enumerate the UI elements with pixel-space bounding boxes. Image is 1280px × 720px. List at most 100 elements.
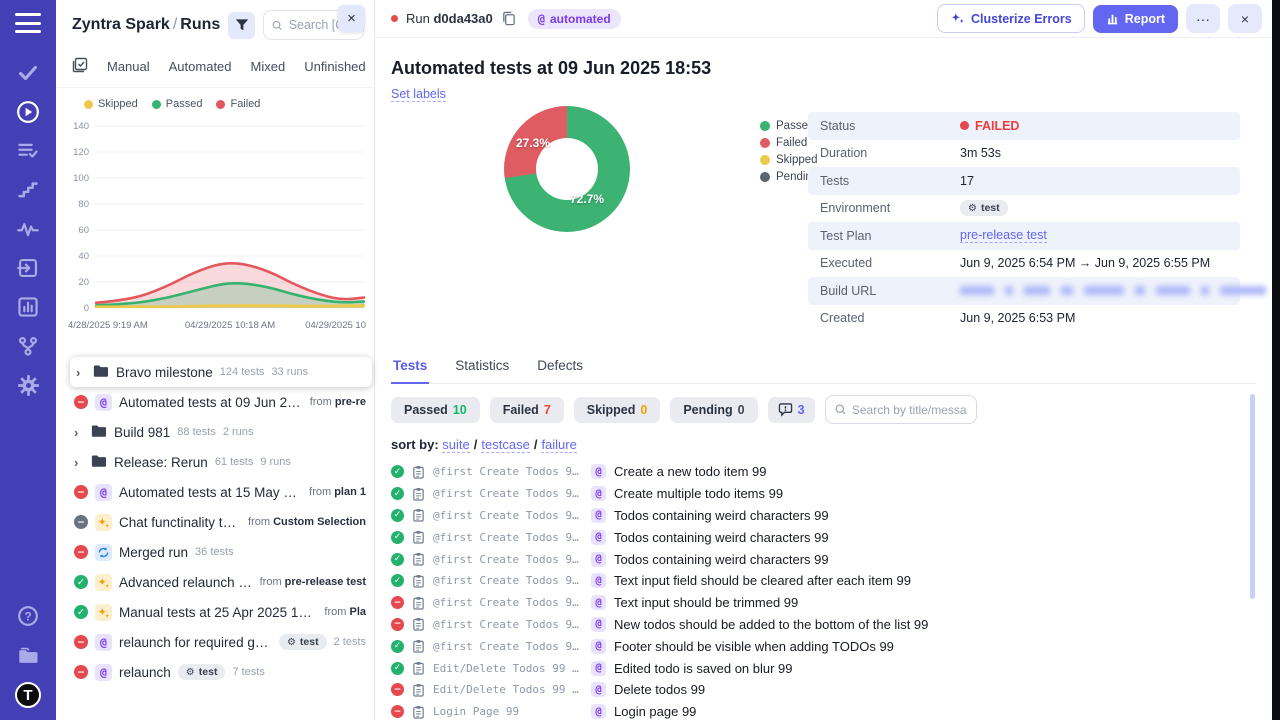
run-row[interactable]: −Chat functinality test Copyfrom Custom … bbox=[56, 507, 374, 537]
projects-folder-icon[interactable] bbox=[16, 643, 40, 667]
report-chart-icon bbox=[1106, 12, 1119, 25]
filter-pending-button[interactable]: Pending0 bbox=[670, 397, 757, 423]
run-row[interactable]: −@relaunch for required group⚙test2 test… bbox=[56, 627, 374, 657]
tab-unfinished[interactable]: Unfinished bbox=[304, 59, 365, 74]
folder-runs-count: 33 runs bbox=[271, 366, 308, 378]
steps-icon[interactable] bbox=[16, 178, 40, 202]
filter-button[interactable] bbox=[228, 12, 255, 39]
run-row[interactable]: ✓Advanced relaunch test Copyfrom pre-rel… bbox=[56, 567, 374, 597]
test-row[interactable]: ✓ @first Create Todos 99… @ Footer shoul… bbox=[391, 635, 1256, 657]
test-row[interactable]: − Edit/Delete Todos 99 @… @ Delete todos… bbox=[391, 679, 1256, 701]
run-status-icon: − bbox=[74, 665, 88, 679]
automated-icon: @ bbox=[95, 394, 112, 411]
run-row[interactable]: ✓Manual tests at 25 Apr 2025 10:06 Copyf… bbox=[56, 597, 374, 627]
clipboard-icon bbox=[412, 683, 425, 697]
tab-manual[interactable]: Manual bbox=[107, 59, 150, 74]
automated-icon: @ bbox=[591, 682, 606, 697]
test-list-scrollbar[interactable] bbox=[1250, 394, 1255, 599]
run-name: Automated tests at 15 May 2025 12:32 bbox=[119, 485, 302, 500]
run-title: Automated tests at 09 Jun 2025 18:53 bbox=[391, 58, 1256, 79]
bar-chart-icon[interactable] bbox=[16, 295, 40, 319]
automated-icon: @ bbox=[591, 661, 606, 676]
sort-by-testcase-link[interactable]: testcase bbox=[481, 437, 529, 453]
test-row[interactable]: ✓ @first Create Todos 99… @ Todos contai… bbox=[391, 526, 1256, 548]
test-title: Text input field should be cleared after… bbox=[614, 573, 911, 588]
runs-folder-row[interactable]: ›Build 98188 tests2 runs bbox=[56, 417, 374, 447]
run-name: Chat functinality test Copy bbox=[119, 515, 241, 530]
run-row[interactable]: −Merged run36 tests bbox=[56, 537, 374, 567]
chevron-right-icon[interactable]: › bbox=[76, 365, 86, 380]
test-row[interactable]: ✓ @first Create Todos 99… @ Text input f… bbox=[391, 570, 1256, 592]
comments-filter-button[interactable]: 3 bbox=[768, 397, 815, 423]
environment-tag: ⚙test bbox=[178, 664, 226, 680]
test-row[interactable]: ✓ @first Create Todos 99… @ Todos contai… bbox=[391, 505, 1256, 527]
tab-tests[interactable]: Tests bbox=[391, 354, 429, 384]
chevron-right-icon[interactable]: › bbox=[74, 425, 84, 440]
tab-mixed[interactable]: Mixed bbox=[251, 59, 286, 74]
test-row[interactable]: − Login Page 99 @ Login page 99 bbox=[391, 701, 1256, 720]
gear-icon: ⚙ bbox=[186, 667, 195, 678]
test-status-icon: − bbox=[391, 705, 404, 718]
blurred-url-segment bbox=[1135, 286, 1145, 295]
blurred-url-segment bbox=[1061, 286, 1073, 295]
tab-automated[interactable]: Automated bbox=[169, 59, 232, 74]
runs-folder-row[interactable]: ›Bravo milestone124 tests33 runs bbox=[70, 357, 372, 387]
close-run-button[interactable]: × bbox=[1228, 4, 1262, 33]
activity-pulse-icon[interactable] bbox=[16, 217, 40, 241]
import-box-arrow-icon[interactable] bbox=[16, 256, 40, 280]
test-status-icon: ✓ bbox=[391, 509, 404, 522]
test-row[interactable]: ✓ @first Create Todos 99… @ Create multi… bbox=[391, 483, 1256, 505]
hamburger-menu-icon[interactable] bbox=[15, 13, 41, 33]
panel-close-button[interactable]: × bbox=[338, 5, 365, 32]
git-branch-icon[interactable] bbox=[16, 334, 40, 358]
folder-name: Release: Rerun bbox=[114, 455, 208, 470]
detail-value: 3m 53s bbox=[960, 146, 1001, 160]
help-icon[interactable]: ? bbox=[16, 604, 40, 628]
tests-search-input[interactable] bbox=[852, 403, 967, 417]
more-options-button[interactable]: ··· bbox=[1186, 4, 1220, 33]
tests-search bbox=[825, 395, 977, 424]
test-plan-link[interactable]: pre-release test bbox=[960, 228, 1047, 243]
folder-name: Bravo milestone bbox=[116, 365, 213, 380]
filter-passed-button[interactable]: Passed10 bbox=[391, 397, 480, 423]
test-row[interactable]: − @first Create Todos 99… @ Text input s… bbox=[391, 592, 1256, 614]
run-row[interactable]: −@Automated tests at 09 Jun 2025 18:53fr… bbox=[56, 387, 374, 417]
test-title: Login page 99 bbox=[614, 704, 696, 719]
sort-by-failure-link[interactable]: failure bbox=[541, 437, 576, 453]
clusterize-errors-button[interactable]: Clusterize Errors bbox=[937, 4, 1085, 33]
clipboard-icon bbox=[412, 487, 425, 501]
folder-icon-wrap bbox=[91, 424, 107, 441]
runs-folder-row[interactable]: ›Release: Rerun61 tests9 runs bbox=[56, 447, 374, 477]
copy-icon[interactable] bbox=[501, 11, 516, 26]
set-labels-link[interactable]: Set labels bbox=[391, 87, 446, 102]
run-row[interactable]: −@Automated tests at 15 May 2025 12:32fr… bbox=[56, 477, 374, 507]
app-logo[interactable]: T bbox=[15, 682, 41, 708]
test-title: Todos containing weird characters 99 bbox=[614, 530, 829, 545]
legend-dot bbox=[760, 138, 770, 148]
report-button[interactable]: Report bbox=[1093, 5, 1178, 33]
runs-play-circle-icon[interactable] bbox=[16, 100, 40, 124]
settings-gear-icon[interactable] bbox=[16, 373, 40, 397]
automated-icon: @ bbox=[591, 486, 606, 501]
select-runs-icon[interactable] bbox=[72, 57, 88, 76]
run-name: relaunch bbox=[119, 665, 171, 680]
list-check-icon[interactable] bbox=[16, 139, 40, 163]
project-name[interactable]: Zyntra Spark bbox=[72, 16, 170, 33]
test-status-icon: ✓ bbox=[391, 640, 404, 653]
test-row[interactable]: ✓ @first Create Todos 99… @ Create a new… bbox=[391, 461, 1256, 483]
detail-label: Duration bbox=[820, 146, 960, 160]
test-row[interactable]: ✓ Edit/Delete Todos 99 @… @ Edited todo … bbox=[391, 657, 1256, 679]
sort-by-suite-link[interactable]: suite bbox=[442, 437, 469, 453]
test-title: Text input should be trimmed 99 bbox=[614, 595, 798, 610]
run-row[interactable]: −@relaunch⚙test7 tests bbox=[56, 657, 374, 687]
app-sidebar: ? T bbox=[0, 0, 56, 720]
checkmark-icon[interactable] bbox=[16, 61, 40, 85]
search-icon bbox=[272, 19, 282, 32]
tab-statistics[interactable]: Statistics bbox=[453, 354, 511, 383]
test-row[interactable]: ✓ @first Create Todos 99… @ Todos contai… bbox=[391, 548, 1256, 570]
filter-failed-button[interactable]: Failed7 bbox=[490, 397, 564, 423]
test-row[interactable]: − @first Create Todos 99… @ New todos sh… bbox=[391, 614, 1256, 636]
tab-defects[interactable]: Defects bbox=[535, 354, 585, 383]
filter-skipped-button[interactable]: Skipped0 bbox=[574, 397, 661, 423]
chevron-right-icon[interactable]: › bbox=[74, 455, 84, 470]
